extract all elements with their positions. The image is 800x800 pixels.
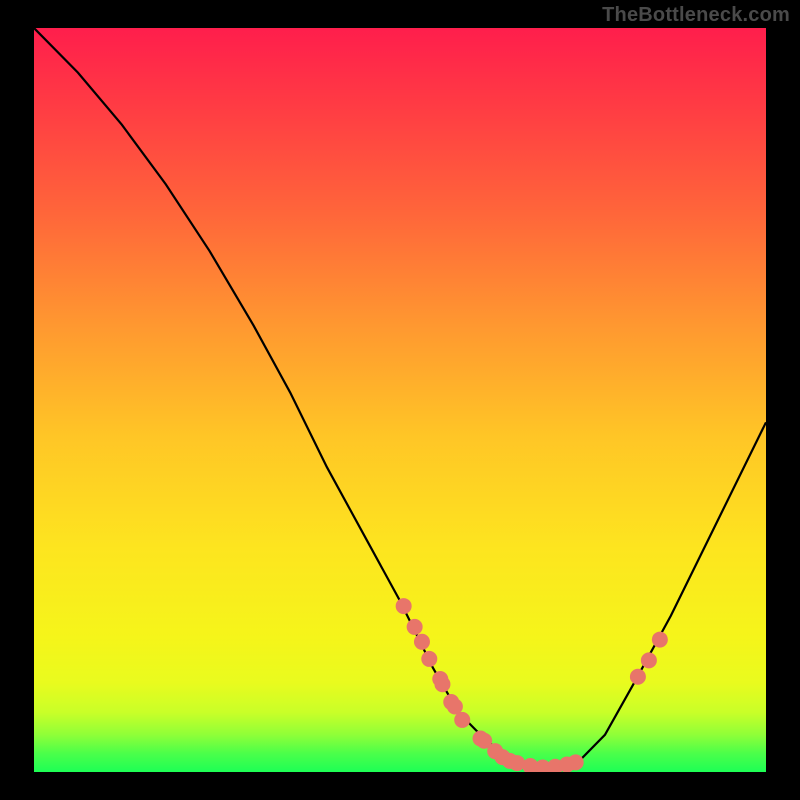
marker-point xyxy=(568,754,584,770)
chart-frame: TheBottleneck.com xyxy=(0,0,800,800)
marker-point xyxy=(414,634,430,650)
marker-point xyxy=(652,632,668,648)
marker-point xyxy=(509,755,525,771)
marker-point xyxy=(641,652,657,668)
marker-point xyxy=(396,598,412,614)
plot-area xyxy=(34,28,766,772)
marker-point xyxy=(434,676,450,692)
watermark-text: TheBottleneck.com xyxy=(602,4,790,27)
marker-point xyxy=(407,619,423,635)
marker-point xyxy=(454,712,470,728)
curve-layer xyxy=(34,28,766,772)
marker-point xyxy=(630,669,646,685)
marker-point xyxy=(421,651,437,667)
markers-group xyxy=(396,598,668,772)
